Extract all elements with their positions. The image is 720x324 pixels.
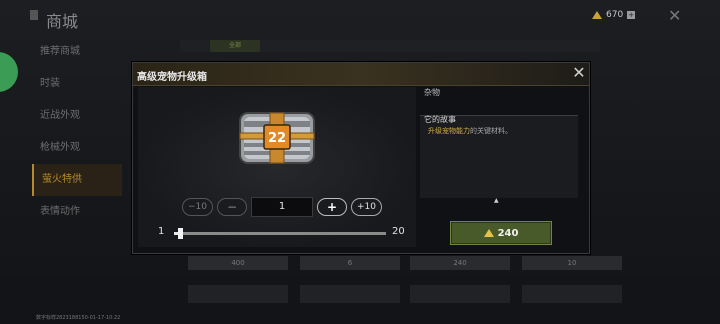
- price-label: 400: [231, 259, 245, 267]
- tab-all[interactable]: 全部: [210, 40, 260, 52]
- close-icon[interactable]: ✕: [571, 65, 587, 81]
- crate-badge-number: 22: [268, 131, 286, 146]
- story-highlight: 升级宠物能力: [428, 127, 470, 135]
- slider-max-label: 20: [392, 226, 405, 237]
- story-text: 升级宠物能力的关键材料。: [428, 126, 512, 136]
- currency-display: 670 +: [592, 10, 636, 20]
- price-label: 10: [567, 259, 577, 267]
- triangle-coin-icon: [483, 229, 494, 237]
- shop-tab-bar: 全部: [180, 40, 600, 52]
- quantity-value[interactable]: 1: [251, 197, 313, 217]
- slider-handle[interactable]: [178, 228, 183, 239]
- tab-all-label: 全部: [228, 42, 241, 49]
- price-label: 240: [453, 259, 467, 267]
- item-story-box: 它的故事 升级宠物能力的关键材料。: [420, 115, 578, 198]
- story-rest: 的关键材料。: [470, 127, 512, 135]
- shop-side-menu: 推荐商城 时装 近战外观 枪械外观 萤火特供 表情动作: [32, 36, 122, 228]
- price-label: 6: [347, 259, 353, 267]
- buy-price: 240: [497, 227, 519, 239]
- minus-button[interactable]: −: [217, 198, 247, 216]
- scroll-up-icon[interactable]: ▲: [494, 197, 499, 204]
- build-footnote: 数字标样2823188150-01-17-10:22: [36, 315, 121, 321]
- plus-button[interactable]: +: [317, 198, 347, 216]
- modal-header: 高级宠物升级箱 ✕: [133, 63, 589, 86]
- slider-track[interactable]: [174, 228, 386, 239]
- quantity-slider: 1 20: [152, 226, 410, 240]
- coin-icon: [592, 11, 602, 19]
- plus-10-button[interactable]: +10: [351, 198, 382, 216]
- back-arrow-icon[interactable]: [30, 10, 38, 20]
- item-preview-panel: 22 −10 − 1 + +10 1 20: [138, 87, 416, 247]
- side-menu-item[interactable]: 近战外观: [32, 100, 122, 132]
- side-menu-item[interactable]: 推荐商城: [32, 36, 122, 68]
- price-bar: 240: [410, 256, 510, 270]
- side-menu-item[interactable]: 枪械外观: [32, 132, 122, 164]
- shop-card[interactable]: [522, 285, 622, 303]
- crate-icon: 22: [239, 112, 315, 164]
- price-bar: 400: [188, 256, 288, 270]
- item-category: 杂物: [424, 88, 440, 97]
- item-detail-panel: 杂物 它的故事 升级宠物能力的关键材料。 ▲ 240: [420, 87, 584, 247]
- currency-amount: 670: [606, 10, 624, 20]
- side-menu-item[interactable]: 表情动作: [32, 196, 122, 228]
- add-currency-icon[interactable]: +: [627, 11, 636, 19]
- minus-10-button[interactable]: −10: [182, 198, 213, 216]
- shop-card[interactable]: [410, 285, 510, 303]
- side-badge[interactable]: [0, 52, 18, 92]
- quantity-stepper: −10 − 1 + +10: [182, 197, 382, 217]
- price-bar: 10: [522, 256, 622, 270]
- side-menu-item-active[interactable]: 萤火特供: [32, 164, 122, 196]
- price-bar: 6: [300, 256, 400, 270]
- slider-min-label: 1: [158, 226, 165, 237]
- story-heading: 它的故事: [424, 115, 456, 124]
- side-menu-item[interactable]: 时装: [32, 68, 122, 100]
- shop-card[interactable]: [300, 285, 400, 303]
- item-purchase-modal: 高级宠物升级箱 ✕ 22 −10 − 1 + +10 1 20 杂物 它的故事 …: [132, 62, 590, 254]
- shop-close-icon[interactable]: ✕: [668, 6, 681, 25]
- buy-button[interactable]: 240: [450, 221, 552, 245]
- shop-card[interactable]: [188, 285, 288, 303]
- modal-title: 高级宠物升级箱: [137, 72, 207, 83]
- shop-title: 商城: [46, 12, 79, 31]
